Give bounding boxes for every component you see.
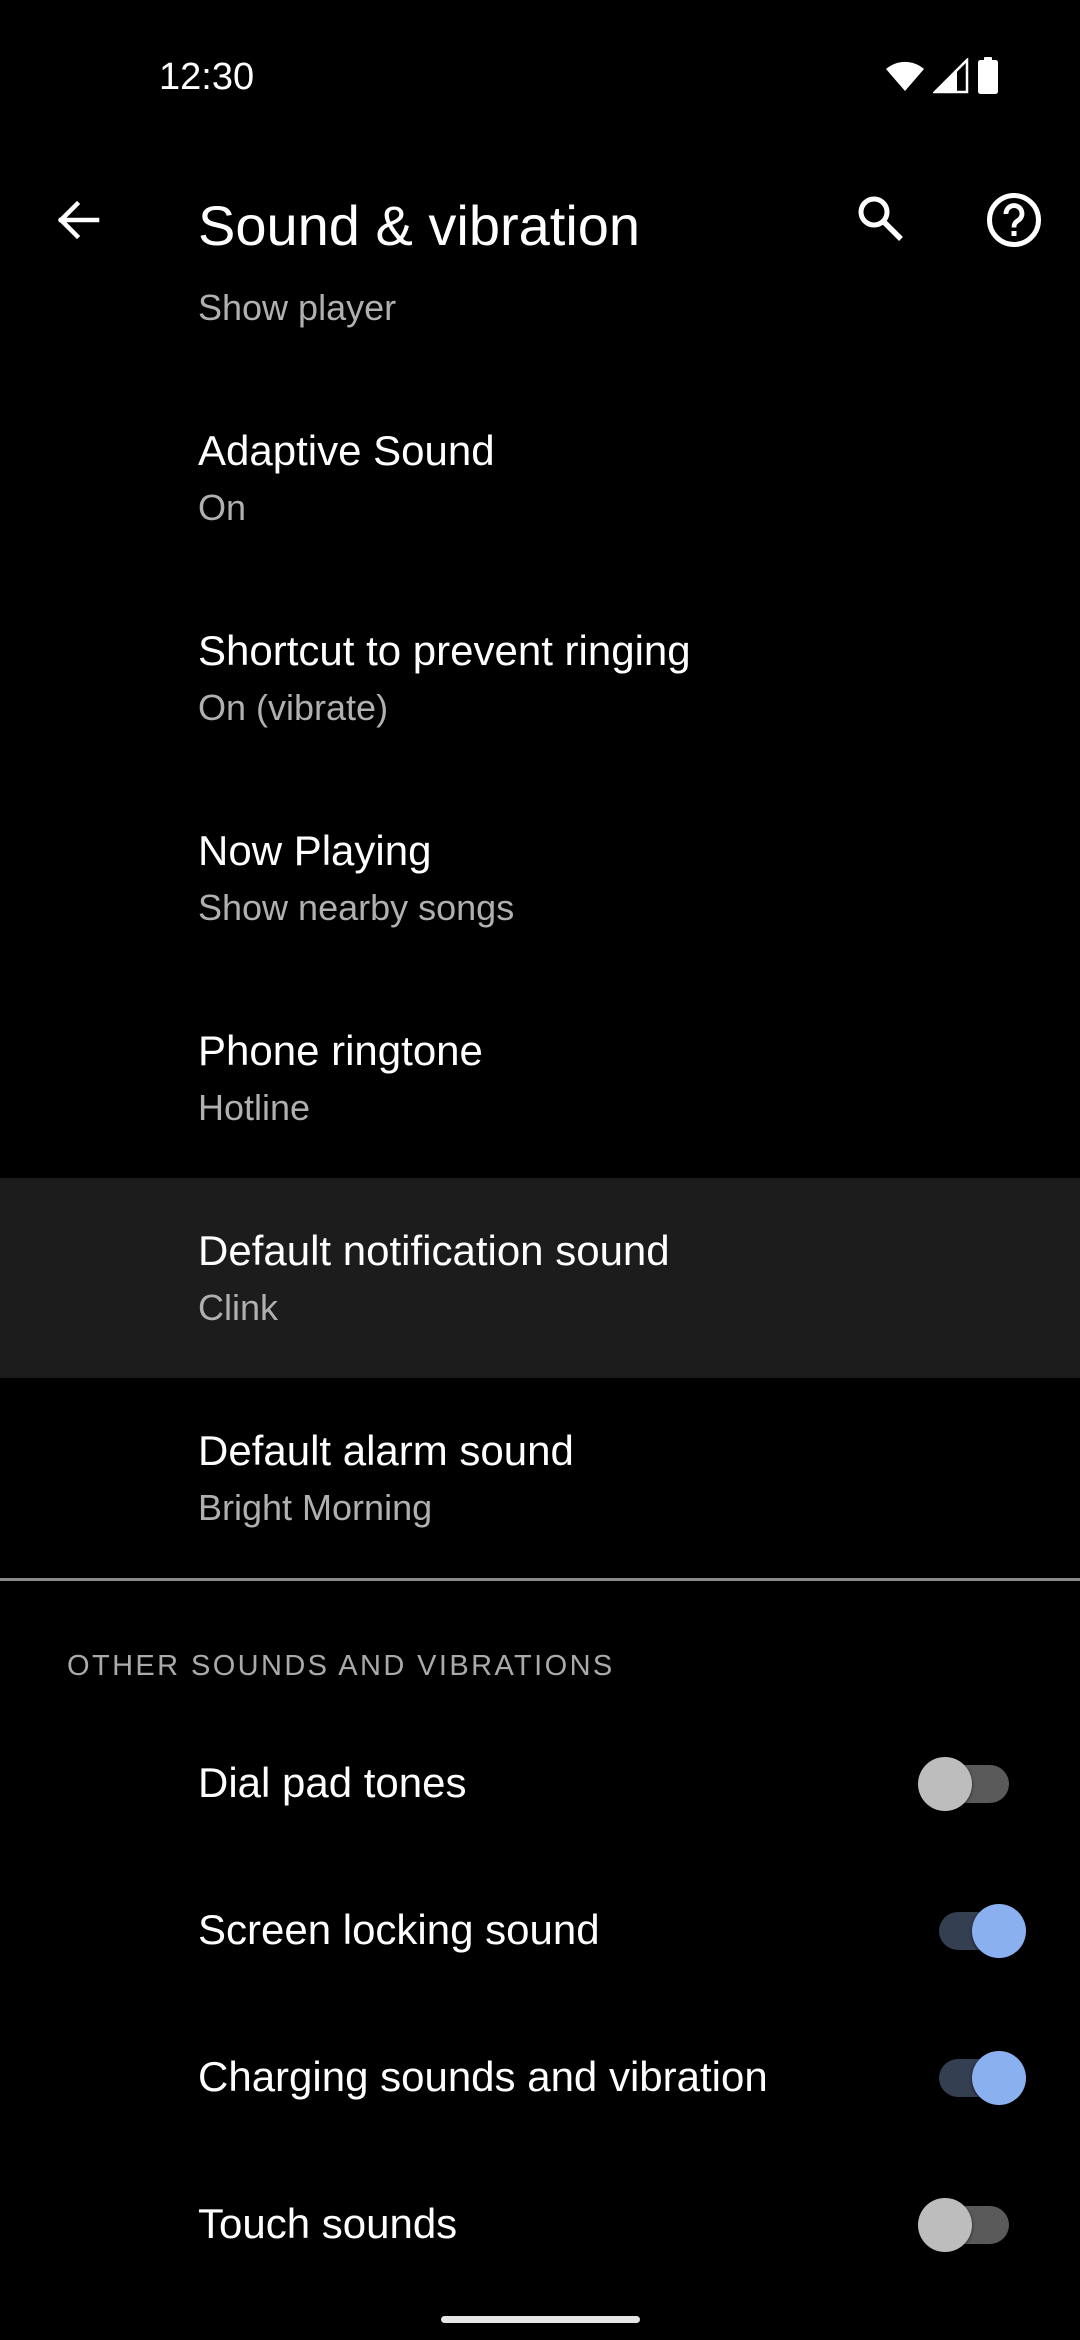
settings-list[interactable]: Show player Adaptive Sound On Shortcut t… (0, 280, 1080, 2300)
status-time: 12:30 (159, 56, 255, 98)
list-item-phone-ringtone[interactable]: Phone ringtone Hotline (0, 978, 1080, 1178)
list-item-title: Adaptive Sound (198, 427, 495, 474)
toggle-title: Touch sounds (198, 2200, 458, 2247)
section-divider (0, 1578, 1080, 1581)
help-button[interactable] (982, 190, 1046, 254)
list-item-summary: On (vibrate) (198, 687, 389, 728)
toggle-row-charging-sounds[interactable]: Charging sounds and vibration (0, 2004, 1080, 2151)
list-item-title: Now Playing (198, 827, 432, 874)
switch-thumb (918, 1757, 972, 1811)
list-item-title: Default alarm sound (198, 1427, 574, 1474)
charging-sounds-switch[interactable] (912, 2048, 1036, 2108)
list-item-prevent-ringing[interactable]: Shortcut to prevent ringing On (vibrate) (0, 578, 1080, 778)
toggle-title: Screen locking sound (198, 1906, 600, 1953)
toggle-title: Charging sounds and vibration (198, 2053, 768, 2100)
list-item-title: Default notification sound (198, 1227, 670, 1274)
list-item-summary: Show player (198, 287, 397, 328)
status-icons (885, 56, 999, 96)
arrow-back-icon (53, 196, 101, 249)
list-item-adaptive-sound[interactable]: Adaptive Sound On (0, 378, 1080, 578)
list-item-alarm-sound[interactable]: Default alarm sound Bright Morning (0, 1378, 1080, 1578)
gesture-nav-handle[interactable] (441, 2316, 640, 2323)
battery-full-icon (977, 57, 999, 95)
list-item-media[interactable]: Show player (0, 280, 1080, 378)
app-bar: Sound & vibration (0, 170, 1080, 280)
help-circle-icon (985, 191, 1043, 254)
list-item-title: Phone ringtone (198, 1027, 483, 1074)
switch-thumb (918, 2198, 972, 2252)
section-header: OTHER SOUNDS AND VIBRATIONS (67, 1650, 615, 1682)
toggle-row-dial-pad-tones[interactable]: Dial pad tones (0, 1710, 1080, 1857)
search-button[interactable] (849, 189, 913, 253)
dial-pad-tones-switch[interactable] (912, 1754, 1036, 1814)
list-item-notification-sound[interactable]: Default notification sound Clink (0, 1178, 1080, 1378)
cell-signal-icon (933, 58, 969, 94)
list-item-title: Shortcut to prevent ringing (198, 627, 691, 674)
touch-sounds-switch[interactable] (912, 2195, 1036, 2255)
screen-locking-sound-switch[interactable] (912, 1901, 1036, 1961)
back-button[interactable] (45, 190, 109, 254)
search-icon (855, 193, 907, 250)
list-item-summary: Clink (198, 1287, 279, 1328)
list-item-summary: Hotline (198, 1087, 311, 1128)
status-bar: 12:30 (0, 0, 1080, 150)
toggle-row-screen-locking-sound[interactable]: Screen locking sound (0, 1857, 1080, 2004)
wifi-full-icon (885, 60, 925, 92)
toggle-title: Dial pad tones (198, 1759, 467, 1806)
list-item-summary: Bright Morning (198, 1487, 433, 1528)
list-item-now-playing[interactable]: Now Playing Show nearby songs (0, 778, 1080, 978)
toggle-row-touch-sounds[interactable]: Touch sounds (0, 2151, 1080, 2298)
switch-thumb (972, 2051, 1026, 2105)
switch-thumb (972, 1904, 1026, 1958)
list-item-summary: Show nearby songs (198, 887, 515, 928)
list-item-summary: On (198, 487, 247, 528)
page-title: Sound & vibration (198, 194, 641, 257)
